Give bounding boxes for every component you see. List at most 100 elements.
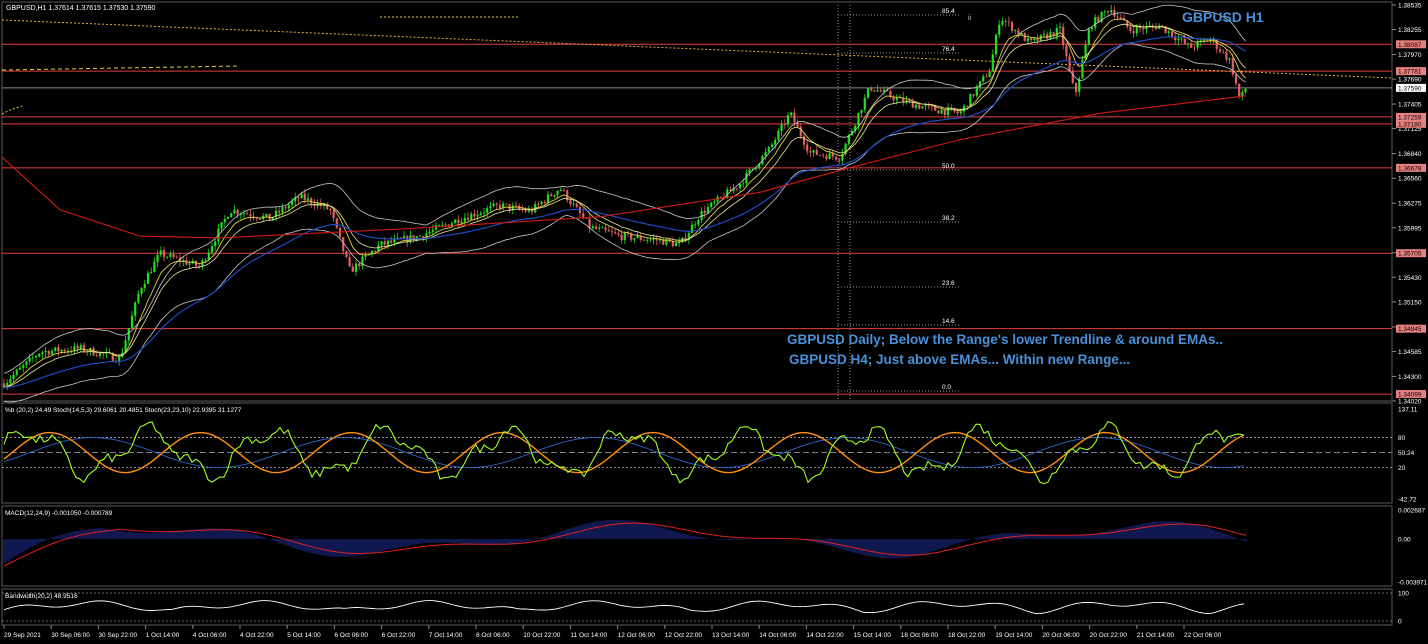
bear-candle: [838, 159, 841, 161]
time-axis[interactable]: 29 Sep 2021 30 Sep 06:00 30 Sep 22:00 1 Oct…: [3, 625, 1222, 639]
bear-candle: [1142, 28, 1145, 30]
price-tick-label: 1.36840: [1398, 151, 1422, 158]
bear-candle: [444, 224, 447, 226]
bear-candle: [185, 260, 188, 265]
bear-candle: [1007, 21, 1010, 23]
bull-candle: [60, 349, 63, 352]
bear-candle: [793, 112, 796, 123]
fib-level-label: 14.6: [942, 318, 955, 325]
level-price-label: 1.37781: [1398, 69, 1422, 76]
bear-candle: [249, 214, 252, 217]
bull-candle: [978, 81, 982, 88]
bull-candle: [306, 198, 310, 200]
fib-level-label: 85.4: [942, 8, 955, 15]
bear-candle: [162, 250, 166, 257]
time-tick-label: 4 Oct 06:00: [193, 632, 227, 639]
bull-candle: [828, 153, 831, 160]
bull-candle: [633, 238, 636, 240]
bull-candle: [38, 353, 41, 357]
trading-chart[interactable]: 85.4 76.4 50.0 38.2 23.6 14.6 0.0 GBPUSD,H1 1.…: [0, 0, 1428, 644]
bear-candle: [908, 100, 911, 101]
price-tick-label: 1.38535: [1398, 3, 1422, 10]
bear-candle: [802, 136, 806, 145]
bear-candle: [831, 153, 834, 157]
price-axis[interactable]: 1.38535 1.38255 1.37970 1.37690 1.37405 1.371…: [1392, 3, 1428, 626]
bull-candle: [1090, 27, 1094, 30]
bear-candle: [719, 196, 722, 198]
bull-candle: [982, 76, 985, 82]
bull-candle: [166, 256, 169, 258]
price-tick-label: 1.34585: [1398, 349, 1422, 356]
time-tick-label: 20 Oct 06:00: [1042, 632, 1080, 639]
time-tick-label: 19 Oct 14:00: [995, 632, 1033, 639]
bear-candle: [1010, 22, 1014, 31]
bear-candle: [374, 251, 377, 252]
bull-candle: [287, 204, 290, 209]
bear-candle: [575, 203, 578, 208]
macd-scale-label: 0.002687: [1398, 508, 1425, 515]
bear-candle: [617, 233, 620, 235]
bull-candle: [153, 261, 156, 273]
time-tick-label: 13 Oct 14:00: [712, 632, 750, 639]
time-tick-label: 22 Oct 06:00: [1184, 632, 1222, 639]
bull-candle: [921, 106, 924, 109]
bull-candle: [710, 202, 713, 208]
bear-candle: [297, 197, 300, 199]
bear-candle: [550, 194, 553, 197]
bull-candle: [540, 201, 543, 205]
bear-candle: [879, 90, 882, 92]
bull-candle: [1244, 88, 1247, 93]
bull-candle: [41, 352, 44, 354]
level-price-label: 1.34845: [1398, 326, 1422, 333]
bull-candle: [486, 208, 489, 213]
bear-candle: [1222, 51, 1225, 53]
macd-panel-header: MACD(12,24,9) -0.001050 -0.000789: [5, 510, 113, 517]
bear-candle: [47, 350, 50, 355]
price-tick-label: 1.35430: [1398, 275, 1422, 282]
bear-candle: [1129, 26, 1132, 32]
bull-candle: [556, 190, 559, 196]
bear-candle: [246, 213, 249, 215]
bull-candle: [1135, 26, 1138, 34]
stoch-scale-label: -42.72: [1398, 497, 1417, 504]
bull-candle: [649, 239, 652, 241]
bull-candle: [1084, 44, 1087, 60]
time-tick-label: 15 Oct 14:00: [854, 632, 892, 639]
bear-candle: [236, 209, 239, 215]
bear-candle: [537, 203, 540, 205]
level-price-label: 1.36678: [1398, 165, 1422, 172]
time-tick-label: 12 Oct 06:00: [618, 632, 656, 639]
time-tick-label: 7 Oct 14:00: [429, 632, 463, 639]
bear-candle: [358, 263, 361, 267]
bear-candle: [610, 231, 614, 233]
bull-candle: [780, 124, 783, 131]
bear-candle: [1218, 49, 1222, 52]
bear-candle: [569, 200, 572, 204]
macd-panel-frame: [1, 505, 1393, 587]
bear-candle: [642, 239, 646, 241]
bull-candle: [1058, 26, 1062, 28]
bull-candle: [742, 183, 745, 185]
bull-candle: [601, 227, 604, 229]
bull-candle: [204, 259, 207, 261]
bear-candle: [303, 193, 306, 200]
bear-candle: [956, 111, 959, 114]
bear-candle: [562, 189, 566, 191]
bear-candle: [466, 217, 470, 220]
bull-candle: [460, 221, 463, 224]
bull-candle: [31, 357, 34, 359]
bull-candle: [553, 195, 556, 197]
bear-candle: [818, 154, 822, 156]
bull-candle: [1033, 38, 1036, 40]
bull-candle: [300, 193, 303, 199]
bull-candle: [226, 217, 230, 219]
bull-candle: [223, 218, 226, 223]
bull-candle: [1103, 11, 1106, 13]
bear-candle: [524, 209, 527, 212]
bull-candle: [914, 104, 918, 108]
bull-candle: [1042, 34, 1046, 35]
bear-candle: [927, 105, 930, 107]
bear-candle: [175, 257, 178, 258]
time-tick-label: 30 Sep 06:00: [51, 632, 90, 639]
bull-candle: [380, 241, 383, 246]
